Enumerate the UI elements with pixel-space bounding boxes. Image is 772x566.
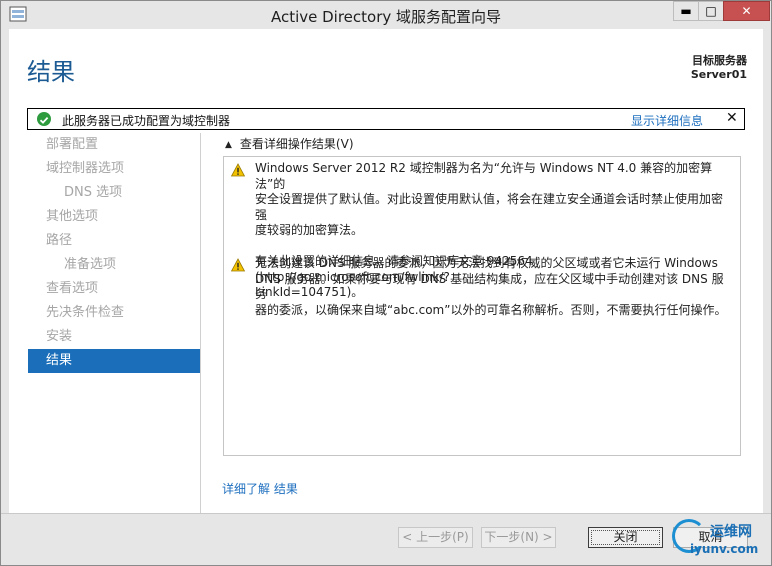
previous-button[interactable]: < 上一步(P) [398, 527, 473, 548]
nav-item-results[interactable]: 结果 [28, 349, 200, 373]
success-message: 此服务器已成功配置为域控制器 [62, 114, 231, 128]
title-bar[interactable]: Active Directory 域服务配置向导 ▬ □ ✕ [1, 1, 771, 29]
message-line [255, 239, 730, 255]
next-button[interactable]: 下一步(N) > [481, 527, 556, 548]
details-heading: 查看详细操作结果(V) [239, 137, 354, 151]
nav-item-deployment-config: 部署配置 [46, 137, 99, 152]
wizard-content: 结果 目标服务器 Server01 此服务器已成功配置为域控制器 显示详细信息 … [9, 29, 763, 513]
footer-divider [1, 513, 771, 514]
target-server-label: 目标服务器 [692, 54, 747, 67]
watermark-url: iyunv.com [690, 542, 759, 556]
nav-item-installation: 安装 [46, 329, 73, 344]
nav-item-dns-options: DNS 选项 [64, 185, 123, 200]
wizard-steps-nav: 部署配置 域控制器选项 DNS 选项 其他选项 路径 准备选项 查看选项 先决条… [28, 133, 200, 373]
nav-item-prerequisites-check: 先决条件检查 [46, 305, 125, 320]
site-watermark: 运维网 iyunv.com [668, 517, 772, 565]
message-line: 无法创建该 DNS 服务器的委派，因为无法找到有权威的父区域或者它未运行 Win… [255, 256, 718, 270]
details-expander[interactable]: ▲ 查看详细操作结果(V) [225, 135, 354, 152]
message-line: Windows Server 2012 R2 域控制器为名为“允许与 Windo… [255, 161, 713, 191]
learn-more-link[interactable]: 详细了解 结果 [222, 480, 298, 497]
nav-item-preparation-options: 准备选项 [64, 257, 117, 272]
success-check-icon [37, 112, 51, 126]
success-notification-bar: 此服务器已成功配置为域控制器 显示详细信息 ✕ [27, 108, 745, 130]
show-details-link[interactable]: 显示详细信息 [631, 112, 703, 129]
warning-icon [231, 258, 245, 272]
page-title: 结果 [27, 58, 75, 86]
message-line: 安全设置提供了默认值。对此设置使用默认值，将会在建立安全通道会话时禁止使用加密强 [255, 192, 724, 222]
target-server-value: Server01 [690, 68, 747, 81]
nav-divider [200, 133, 201, 513]
message-line: DNS 服务器。如果你要与现有 DNS 基础结构集成，应在父区域中手动创建对该 … [255, 271, 724, 302]
close-window-button[interactable]: ✕ [723, 1, 770, 21]
nav-item-paths: 路径 [46, 233, 73, 248]
warning-icon [231, 163, 245, 177]
close-button[interactable]: 关闭 [588, 527, 663, 548]
operation-results-panel: Windows Server 2012 R2 域控制器为名为“允许与 Windo… [223, 156, 741, 456]
dismiss-notification-button[interactable]: ✕ [726, 110, 738, 126]
nav-item-additional-options: 其他选项 [46, 209, 99, 224]
maximize-button[interactable]: □ [698, 1, 724, 21]
message-line: 度较弱的加密算法。 [255, 223, 364, 237]
window-title: Active Directory 域服务配置向导 [270, 8, 502, 26]
wizard-window: Active Directory 域服务配置向导 ▬ □ ✕ 结果 目标服务器 … [0, 0, 772, 566]
minimize-button[interactable]: ▬ [673, 1, 699, 21]
nav-item-dc-options: 域控制器选项 [46, 161, 125, 176]
nav-item-review-options: 查看选项 [46, 281, 99, 296]
collapse-caret-icon: ▲ [225, 140, 232, 150]
message-line: 器的委派，以确保来自域“abc.com”以外的可靠名称解析。否则，不需要执行任何… [255, 302, 727, 317]
watermark-text: 运维网 [710, 524, 752, 540]
warning-message-dns-delegation: 无法创建该 DNS 服务器的委派，因为无法找到有权威的父区域或者它未运行 Win… [255, 256, 730, 318]
